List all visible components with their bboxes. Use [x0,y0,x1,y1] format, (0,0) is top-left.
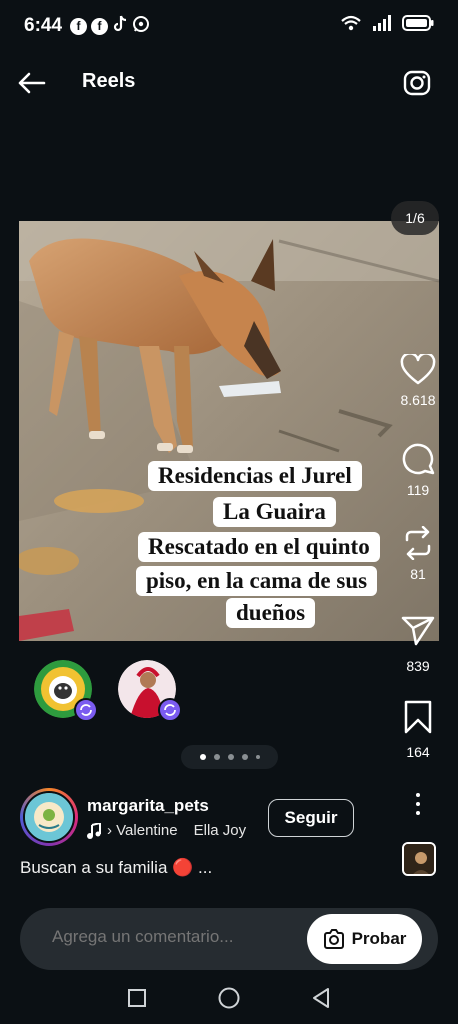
caption-line-4: piso, en la cama de sus [136,566,378,596]
bookmark-icon [404,700,432,734]
follow-button[interactable]: Seguir [268,799,354,837]
repost-icon [405,526,431,560]
try-button[interactable]: Probar [307,914,422,964]
author-row: margarita_pets › Valentine Ella Joy Segu… [20,788,440,848]
back-button[interactable] [14,66,48,100]
caption-line-3: Rescatado en el quinto [138,532,380,562]
share-button[interactable]: 81 [378,526,458,582]
comment-input[interactable] [52,927,272,947]
collab-badge-icon [158,698,182,722]
comment-button[interactable]: 119 [378,440,458,498]
signal-icon [372,15,392,36]
carousel-dot [227,754,234,760]
system-back-button[interactable] [311,987,331,1014]
status-bar: 6:44 f f [0,0,458,52]
back-arrow-icon [18,72,46,94]
author-avatar[interactable] [20,788,78,846]
facebook-icon: f [70,17,88,35]
carousel-dot [241,754,248,760]
camera-icon [323,929,344,949]
audio-thumbnail[interactable] [402,842,436,876]
dot [416,802,420,806]
comment-bar: Probar [20,908,438,970]
home-button[interactable] [217,986,241,1015]
dot [416,793,420,797]
page-title: Reels [82,70,136,92]
caption-line-2: La Guaira [213,497,336,527]
carousel-dot [255,755,260,759]
save-button[interactable]: 164 [378,700,458,760]
camera-icon [403,70,431,96]
tiktok-icon [112,15,128,38]
media-counter: 1/6 [391,201,439,235]
reels-header: Reels [0,58,458,108]
notification-icons: f f [70,15,150,38]
facebook-icon: f [91,17,109,35]
status-time: 6:44 [24,15,63,36]
system-nav-bar [0,976,458,1024]
battery-icon [402,14,434,37]
carousel-dot [213,754,220,760]
send-button[interactable]: 839 [378,614,458,674]
dot [416,811,420,815]
collaborator-avatar-2[interactable] [118,660,182,722]
triangle-back-icon [313,987,329,1008]
collaborator-avatar-1[interactable] [34,660,98,722]
music-info[interactable]: › Valentine Ella Joy [87,822,246,839]
save-count: 164 [406,744,430,760]
music-track: › Valentine [107,822,178,839]
caption-line-1: Residencias el Jurel [148,461,362,491]
whatsapp-icon [132,15,150,38]
caption-line-5: dueños [226,598,316,628]
author-username[interactable]: margarita_pets [87,796,209,816]
like-button[interactable]: 8.618 [378,354,458,408]
circle-icon [218,987,240,1008]
post-caption[interactable]: Buscan a su familia 🔴 ... [20,858,212,878]
send-icon [401,616,435,646]
recents-button[interactable] [127,988,147,1013]
more-options-button[interactable] [408,790,428,818]
music-note-icon [87,822,101,839]
share-count: 81 [410,566,426,582]
carousel-indicator [181,745,278,769]
like-count: 8.618 [400,392,436,408]
collab-badge-icon [74,698,98,722]
wifi-icon [340,14,362,37]
comment-count: 119 [406,482,430,498]
square-icon [128,988,146,1007]
system-icons [340,14,434,37]
send-count: 839 [406,658,430,674]
music-artist: Ella Joy [193,822,247,839]
try-label: Probar [351,929,407,948]
carousel-dot [199,754,206,760]
camera-button[interactable] [400,66,434,100]
comment-icon [402,443,435,475]
heart-icon [400,354,436,385]
margarita-pets-logo [23,791,75,843]
